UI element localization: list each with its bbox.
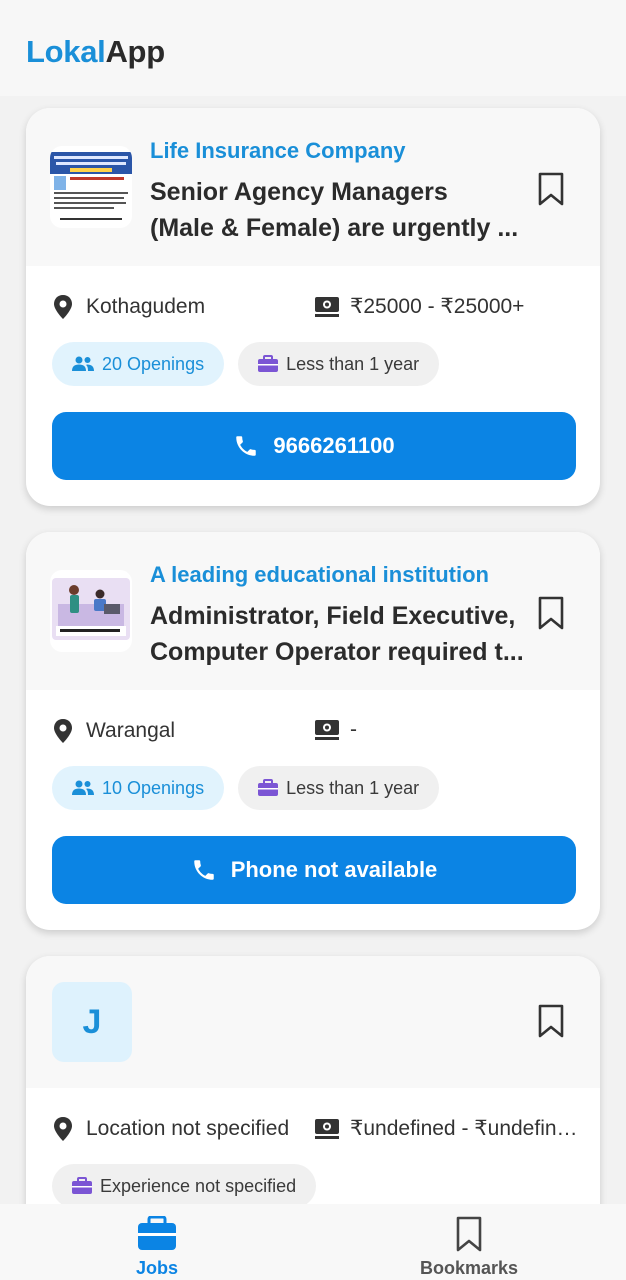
openings-text: 20 Openings xyxy=(102,353,205,374)
logo-part-app: App xyxy=(105,34,165,69)
job-card[interactable]: J Location not specified ₹undefined - ₹u… xyxy=(26,956,600,1204)
bookmark-icon[interactable] xyxy=(538,596,564,630)
company-initial: J xyxy=(82,1002,102,1041)
bookmark-icon xyxy=(456,1216,482,1252)
job-title-line: (Male & Female) are urgently ... xyxy=(150,214,519,242)
job-location: Location not specified xyxy=(52,1116,289,1142)
job-title-line: Administrator, Field Executive, xyxy=(150,602,516,630)
job-card[interactable]: Life Insurance Company Senior Agency Man… xyxy=(26,108,600,506)
nav-tab-bookmarks[interactable]: Bookmarks xyxy=(369,1204,569,1280)
nav-label-jobs: Jobs xyxy=(135,1258,178,1278)
call-button[interactable]: Phone not available xyxy=(52,836,576,904)
app-header: LokalApp xyxy=(0,0,626,96)
company-thumbnail xyxy=(50,570,132,652)
location-pin-icon xyxy=(54,1117,72,1141)
job-card[interactable]: A leading educational institution Admini… xyxy=(26,532,600,930)
briefcase-icon xyxy=(138,1216,176,1250)
experience-text: Less than 1 year xyxy=(286,777,420,798)
job-salary: ₹undefined - ₹undefined xyxy=(314,1116,578,1141)
phone-icon xyxy=(193,860,214,880)
job-salary: ₹25000 - ₹25000+ xyxy=(314,294,578,319)
money-icon xyxy=(315,720,339,740)
company-thumbnail xyxy=(50,146,132,228)
briefcase-icon xyxy=(72,1177,92,1194)
experience-chip: Less than 1 year xyxy=(238,342,440,386)
money-icon xyxy=(315,296,339,317)
call-button-label: 9666261100 xyxy=(273,433,395,458)
nav-label-bookmarks: Bookmarks xyxy=(419,1258,519,1278)
experience-chip: Experience not specified xyxy=(52,1164,317,1204)
company-initial-avatar: J xyxy=(52,982,132,1062)
job-feed[interactable]: Life Insurance Company Senior Agency Man… xyxy=(0,96,626,1204)
openings-text: 10 Openings xyxy=(102,777,205,798)
job-card-body: Warangal - 10 Openings Less than 1 year xyxy=(26,690,600,930)
job-title[interactable]: Senior Agency Managers (Male & Female) a… xyxy=(150,174,530,246)
job-location: Kothagudem xyxy=(52,294,205,320)
location-pin-icon xyxy=(54,295,72,319)
job-card-header: A leading educational institution Admini… xyxy=(26,532,600,690)
people-icon xyxy=(72,780,94,795)
phone-icon xyxy=(236,436,257,456)
job-card-header: Life Insurance Company Senior Agency Man… xyxy=(26,108,600,266)
experience-text: Less than 1 year xyxy=(286,353,420,374)
location-text: Warangal xyxy=(86,719,176,742)
call-button[interactable]: 9666261100 xyxy=(52,412,576,480)
job-location: Warangal xyxy=(52,718,175,744)
company-name: A leading educational institution xyxy=(150,562,489,587)
bookmark-icon[interactable] xyxy=(538,172,564,206)
briefcase-icon xyxy=(258,355,279,372)
company-name: Life Insurance Company xyxy=(150,138,406,163)
job-title[interactable]: Administrator, Field Executive, Computer… xyxy=(150,598,530,670)
job-card-header: J xyxy=(26,956,600,1088)
location-pin-icon xyxy=(54,719,72,743)
job-card-body: Location not specified ₹undefined - ₹und… xyxy=(26,1088,600,1204)
job-title-line: Senior Agency Managers xyxy=(150,178,448,206)
logo-part-lokal: Lokal xyxy=(26,34,106,69)
bookmark-icon[interactable] xyxy=(538,1004,564,1038)
job-title-line: Computer Operator required t... xyxy=(150,638,524,666)
job-salary: - xyxy=(314,718,578,742)
experience-chip: Less than 1 year xyxy=(238,766,440,810)
app-logo: LokalApp xyxy=(26,34,165,70)
job-card-body: Kothagudem ₹25000 - ₹25000+ 20 Openings … xyxy=(26,266,600,506)
salary-text: ₹undefined - ₹undefined xyxy=(350,1117,578,1140)
nav-tab-jobs[interactable]: Jobs xyxy=(57,1204,257,1280)
salary-text: ₹25000 - ₹25000+ xyxy=(350,295,525,318)
briefcase-icon xyxy=(258,779,279,796)
bottom-navigation: Jobs Bookmarks xyxy=(0,1204,626,1280)
people-icon xyxy=(72,356,94,371)
location-text: Location not specified xyxy=(86,1117,290,1140)
location-text: Kothagudem xyxy=(86,295,206,318)
experience-text: Experience not specified xyxy=(100,1175,297,1196)
salary-text: - xyxy=(350,718,357,741)
call-button-label: Phone not available xyxy=(230,857,438,882)
openings-chip: 20 Openings xyxy=(52,342,225,386)
openings-chip: 10 Openings xyxy=(52,766,225,810)
money-icon xyxy=(315,1118,339,1139)
